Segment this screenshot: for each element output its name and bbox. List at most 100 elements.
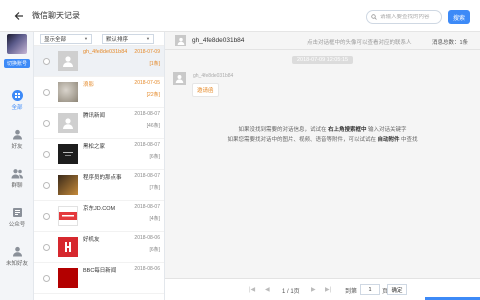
conversation-count: [6条] — [149, 247, 160, 253]
conversation-name: 腾讯新闻 — [83, 113, 106, 119]
message-sender-name: gh_4fe8de031b84 — [193, 73, 234, 79]
help-text-line-1: 如果没找到需要的对话信息，试试在 右上角搜索框中 输入对话关键字 — [165, 125, 480, 133]
help-text-2-bold[interactable]: 自动附件 — [377, 137, 399, 143]
goto-page-input[interactable] — [360, 284, 380, 295]
conversation-name: 京东JD.COM — [83, 206, 116, 212]
account-avatar[interactable] — [7, 34, 27, 54]
help-text-line-2: 如果您需要找对话中的图片、视频、语音等附件，可以试试在 自动附件 中查找 — [165, 135, 480, 143]
message-total: 消息总数：1条 — [431, 40, 468, 46]
conversation-date: 2018-08-07 — [134, 204, 160, 210]
sort-dropdown[interactable]: 默认排序 ▼ — [102, 33, 154, 44]
goto-label: 到第 — [345, 289, 358, 295]
avatar-hint-text: 点击对话框中的头像可以查看对应的联系人 — [307, 40, 412, 46]
unknown-person-icon — [12, 246, 22, 257]
brand-logo-icon — [65, 242, 71, 252]
help-text-1-pre: 如果没找到需要的对话信息，试试在 — [238, 127, 328, 133]
page-info: 1 / 1页 — [282, 289, 300, 295]
message-bubble[interactable]: 邀请函 — [192, 83, 219, 97]
message-sender-avatar[interactable] — [173, 72, 186, 85]
person-icon — [12, 129, 22, 140]
sort-dropdown-value: 默认排序 — [106, 36, 129, 43]
first-page-button[interactable]: |◀ — [249, 286, 255, 293]
next-page-button[interactable]: ▶ — [311, 286, 316, 293]
prev-page-button[interactable]: ◀ — [265, 286, 270, 293]
nav-friends[interactable]: 好友 — [0, 129, 34, 159]
avatar — [58, 113, 78, 133]
select-radio[interactable] — [43, 243, 50, 251]
conversation-date: 2018-08-06 — [134, 235, 160, 241]
default-avatar-icon — [175, 75, 184, 83]
chevron-down-icon: ▼ — [84, 36, 88, 41]
select-radio[interactable] — [43, 274, 50, 282]
chevron-down-icon: ▼ — [146, 36, 150, 41]
avatar — [58, 206, 78, 226]
conversation-row[interactable]: 好机友 2018-08-06 [6条] — [34, 232, 164, 263]
last-page-button[interactable]: ▶| — [325, 286, 331, 293]
select-radio[interactable] — [43, 119, 50, 127]
avatar — [58, 237, 78, 257]
grid-icon — [11, 90, 23, 101]
sidebar: 切换账号 全部 好友 群聊 公众号 未知好友 — [0, 32, 34, 300]
conversation-row[interactable]: gh_4fe8de031b84 2018-07-09 [1条] — [34, 46, 164, 77]
conversation-count: [22条] — [146, 92, 160, 98]
nav-friends-label: 好友 — [11, 144, 23, 150]
conversation-date: 2018-08-07 — [134, 142, 160, 148]
nav-groups-label: 群聊 — [11, 183, 23, 189]
conversation-count: [7条] — [149, 185, 160, 191]
avatar — [58, 51, 78, 71]
conversation-name: 浪影 — [83, 82, 95, 88]
avatar — [58, 82, 78, 102]
select-radio[interactable] — [43, 212, 50, 220]
contact-name: gh_4fe8de031b84 — [192, 37, 245, 44]
conversation-row[interactable]: 浪影 2018-07-05 [22条] — [34, 77, 164, 108]
nav-groups[interactable]: 群聊 — [0, 168, 34, 198]
search-icon — [371, 14, 377, 20]
search-box[interactable] — [366, 10, 442, 24]
filter-dropdown[interactable]: 显示全部 ▼ — [40, 33, 92, 44]
nav-all-label: 全部 — [11, 105, 23, 111]
chat-header: gh_4fe8de031b84 点击对话框中的头像可以查看对应的联系人 消息总数… — [165, 32, 480, 50]
conversation-row[interactable]: 腾讯新闻 2018-08-07 [46条] — [34, 108, 164, 139]
conversation-row[interactable]: 程序员的那点事 2018-08-07 [7条] — [34, 170, 164, 201]
conversation-date: 2018-07-09 — [134, 49, 160, 55]
group-icon — [11, 169, 23, 179]
default-avatar-icon — [63, 118, 73, 129]
contact-avatar[interactable] — [175, 35, 186, 46]
conversation-date: 2018-07-05 — [134, 80, 160, 86]
conversation-name: gh_4fe8de031b84 — [83, 49, 128, 55]
chat-panel: gh_4fe8de031b84 点击对话框中的头像可以查看对应的联系人 消息总数… — [165, 32, 480, 300]
back-arrow-icon — [14, 11, 23, 20]
conversation-count: [1条] — [149, 61, 160, 67]
back-button[interactable] — [8, 5, 30, 27]
conversation-name: BBC每日新闻 — [83, 268, 117, 274]
conversation-date: 2018-08-06 — [134, 266, 160, 272]
nav-official-accounts[interactable]: 公众号 — [0, 207, 34, 237]
conversation-row[interactable]: 黑松之家 2018-08-07 [6条] — [34, 139, 164, 170]
conversation-row[interactable]: 京东JD.COM 2018-08-07 [4条] — [34, 201, 164, 232]
conversation-name: 黑松之家 — [83, 144, 106, 150]
search-button[interactable]: 搜索 — [448, 10, 470, 24]
help-text-1-bold: 右上角搜索框中 — [327, 127, 367, 133]
confirm-button[interactable]: 确定 — [387, 284, 407, 295]
default-avatar-icon — [177, 37, 184, 45]
select-radio[interactable] — [43, 57, 50, 65]
select-radio[interactable] — [43, 181, 50, 189]
list-toolbar: 显示全部 ▼ 默认排序 ▼ — [34, 32, 164, 46]
search-input[interactable] — [380, 14, 440, 20]
avatar — [58, 268, 78, 288]
switch-account-button[interactable]: 切换账号 — [4, 59, 30, 68]
nav-unknown-friends-label: 未知好友 — [5, 261, 28, 267]
nav-unknown-friends[interactable]: 未知好友 — [0, 246, 34, 276]
nav-all[interactable]: 全部 — [0, 90, 34, 120]
select-radio[interactable] — [43, 150, 50, 158]
help-text-2-post: 中查找 — [399, 137, 418, 143]
official-account-icon — [12, 208, 22, 217]
avatar — [58, 144, 78, 164]
help-text-2-pre: 如果您需要找对话中的图片、视频、语音等附件，可以试试在 — [227, 137, 378, 143]
select-radio[interactable] — [43, 88, 50, 96]
conversation-count: [6条] — [149, 154, 160, 160]
conversation-row[interactable]: BBC每日新闻 2018-08-06 — [34, 263, 164, 294]
nav-official-accounts-label: 公众号 — [8, 222, 26, 228]
conversation-name: 好机友 — [83, 237, 100, 243]
avatar — [58, 175, 78, 195]
